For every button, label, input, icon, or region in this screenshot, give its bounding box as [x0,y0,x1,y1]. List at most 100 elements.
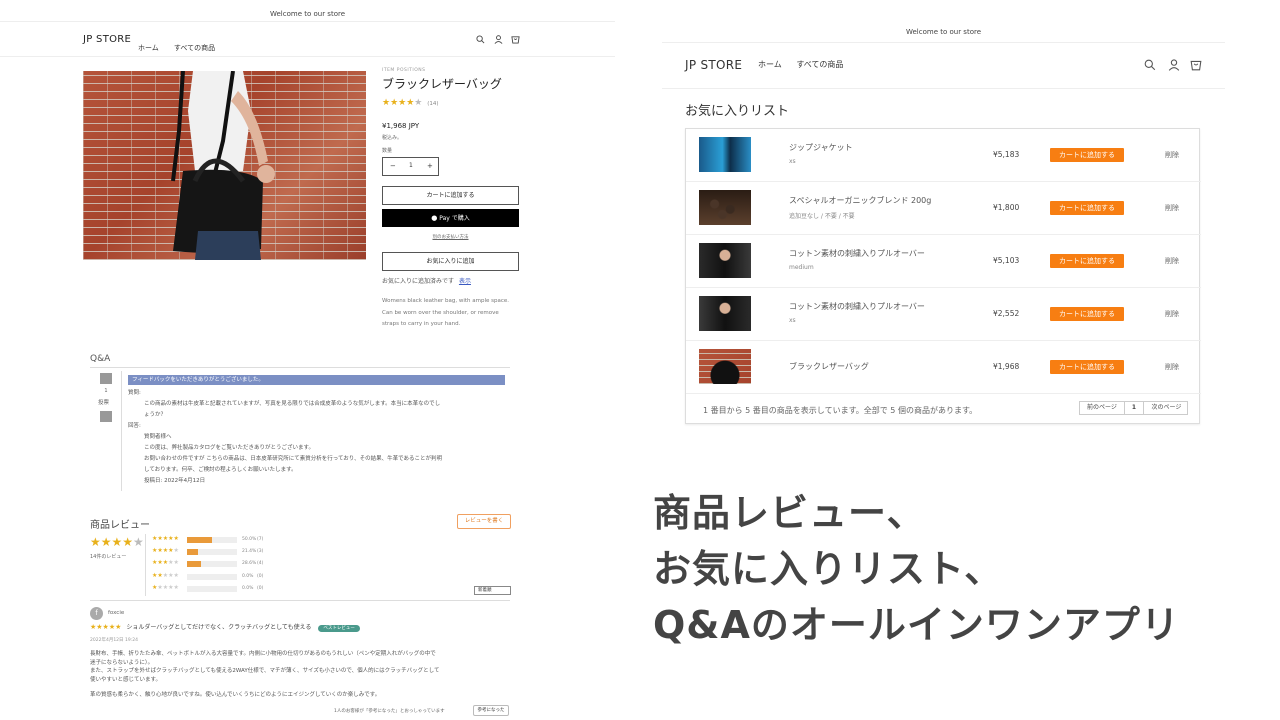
product-title: ブラックレザーバッグ [382,77,502,91]
rating-distribution-row[interactable]: ★★★★★ 50.0% (7) [152,535,272,545]
wishlist-remove-button[interactable]: 削除 [1165,309,1179,319]
distribution-percent: 0.0% [242,573,254,579]
quantity-minus-button[interactable]: − [390,162,396,170]
quantity-stepper[interactable]: − 1 + [382,157,439,176]
nav-home[interactable]: ホーム [138,44,159,52]
wishlist-item-variant: xs [789,317,796,324]
helpful-button[interactable]: 参考になった [473,705,509,716]
account-icon[interactable] [494,35,503,44]
quantity-plus-button[interactable]: + [427,162,433,170]
product-rating[interactable]: ★★★★★ (14) [382,98,439,109]
distribution-bar-fill [187,549,198,556]
wishlist-item-name[interactable]: スペシャルオーガニックブレンド 200g [789,195,931,206]
distribution-stars-icon: ★★★★★ [152,583,179,591]
wishlist-item-variant: 追加豆なし / 不要 / 不要 [789,213,855,220]
wishlist-add-to-cart-button[interactable]: カートに追加する [1050,254,1124,268]
nav-all-products[interactable]: すべての商品 [174,44,215,52]
account-icon[interactable] [1168,59,1180,71]
store-logo[interactable]: JP STORE [685,58,742,72]
reviews-divider [145,534,146,596]
wishlist-item-row: コットン素材の刺繍入りプルオーバー medium ¥5,103 カートに追加する 削除 [686,235,1201,288]
distribution-count: (4) [257,561,264,567]
rating-distribution-row[interactable]: ★★★★★ 0.0% (0) [152,572,272,582]
cart-icon[interactable] [511,35,520,44]
sort-select[interactable]: 新着順 [474,586,511,595]
rating-distribution-row[interactable]: ★★★★★ 21.4% (3) [152,547,272,557]
favorite-view-link[interactable]: 表示 [459,278,471,285]
add-to-cart-button[interactable]: カートに追加する [382,186,519,205]
wishlist-table: ジップジャケット xs ¥5,183 カートに追加する 削除 スペシャルオーガニックブレン… [685,128,1201,424]
distribution-stars-icon: ★★★★★ [152,535,179,542]
product-image[interactable] [83,71,366,260]
more-payment-link[interactable]: 別のお支払い方法 [382,234,519,240]
next-page-button[interactable]: 次のページ [1144,402,1189,414]
rating-star-empty-icon: ★ [414,98,423,108]
reviews-title: 商品レビュー [90,520,150,531]
vote-count: 1 [104,388,108,394]
announcement-bar: Welcome to our store [0,0,615,22]
search-icon[interactable] [1144,59,1156,71]
product-vendor: ITEM POSITIONS [382,68,426,73]
wishlist-add-to-cart-button[interactable]: カートに追加する [1050,148,1124,162]
wishlist-item-row: スペシャルオーガニックブレンド 200g 追加豆なし / 不要 / 不要 ¥1,80… [686,182,1201,235]
wishlist-item-price: ¥5,183 [993,150,1020,159]
review-headline: ショルダーバッグとしてだけでなく、クラッチバッグとしても使える [126,624,312,631]
distribution-count: (7) [257,537,264,542]
description-line: Can be worn over the shoulder, or remove [382,309,499,316]
review-date: 2022年4月12日 19:24 [90,638,138,643]
wishlist-item-thumbnail[interactable] [699,296,751,331]
distribution-count: (0) [257,585,264,591]
nav-home[interactable]: ホーム [758,60,782,69]
wishlist-item-thumbnail[interactable] [699,243,751,278]
quantity-value[interactable]: 1 [409,162,413,169]
add-to-favorites-button[interactable]: お気に入りに追加 [382,252,519,271]
search-icon[interactable] [476,35,485,44]
vote-down-button[interactable] [100,411,112,422]
wishlist-remove-button[interactable]: 削除 [1165,362,1179,372]
wishlist-remove-button[interactable]: 削除 [1165,256,1179,266]
reviewer-name: foxcie [108,610,125,616]
wishlist-add-to-cart-button[interactable]: カートに追加する [1050,201,1124,215]
vote-up-button[interactable] [100,373,112,384]
wishlist-title: お気に入りリスト [685,104,790,119]
prev-page-button[interactable]: 前のページ [1080,402,1125,414]
wishlist-item-price: ¥1,968 [993,362,1020,371]
wishlist-add-to-cart-button[interactable]: カートに追加する [1050,360,1124,374]
announcement-bar: Welcome to our store [662,22,1225,43]
wishlist-item-row: ジップジャケット xs ¥5,183 カートに追加する 削除 [686,129,1201,182]
distribution-bar [187,573,237,580]
rating-distribution-row[interactable]: ★★★★★ 0.0% (0) [152,583,272,594]
question-line: ょうか？ [144,412,167,418]
wishlist-item-name[interactable]: ブラックレザーバッグ [789,361,869,372]
store-logo[interactable]: JP STORE [83,34,131,45]
wishlist-remove-button[interactable]: 削除 [1165,150,1179,160]
quantity-label: 数量 [382,148,393,154]
rating-distribution-row[interactable]: ★★★★★ 28.6% (4) [152,559,272,569]
qa-title: Q&A [90,354,111,364]
wishlist-item-name[interactable]: コットン素材の刺繍入りプルオーバー [789,301,925,312]
current-page[interactable]: 1 [1125,402,1144,414]
review-count: 14件のレビュー [90,554,127,560]
wishlist-item-thumbnail[interactable] [699,349,751,384]
wishlist-item-thumbnail[interactable] [699,137,751,172]
nav-all-products[interactable]: すべての商品 [796,60,843,69]
review-body-line: 革の質感も柔らかく、触り心地が良いですね。使い込んでいくうちにどのようにエイジン… [90,692,381,698]
distribution-bar [187,549,237,556]
wishlist-item-thumbnail[interactable] [699,190,751,225]
wishlist-item-price: ¥5,103 [993,256,1020,265]
review-headline-row: ★★★★★ ショルダーバッグとしてだけでなく、クラッチバッグとしても使える ベス… [90,623,360,633]
wishlist-footer-text: 1 番目から 5 番目の商品を表示しています。全部で 5 個の商品があります。 [703,406,978,415]
qa-content: 質問: この商品の素材は牛皮革と記載されていますが、写真を見る限りでは合成皮革の… [128,388,508,487]
wishlist-item-name[interactable]: ジップジャケット [789,142,853,153]
average-stars-icon: ★★★★ [90,535,134,549]
distribution-stars-icon: ★★★★★ [152,559,179,567]
wishlist-add-to-cart-button[interactable]: カートに追加する [1050,307,1124,321]
distribution-bar [187,585,237,592]
cart-icon[interactable] [1190,59,1202,71]
tax-note: 税込み。 [382,135,403,141]
write-review-button[interactable]: レビューを書く [457,514,511,529]
wishlist-item-name[interactable]: コットン素材の刺繍入りプルオーバー [789,248,925,259]
apple-pay-button[interactable]: ● Pay で購入 [382,209,519,227]
wishlist-remove-button[interactable]: 削除 [1165,203,1179,213]
distribution-count: (3) [257,549,264,555]
